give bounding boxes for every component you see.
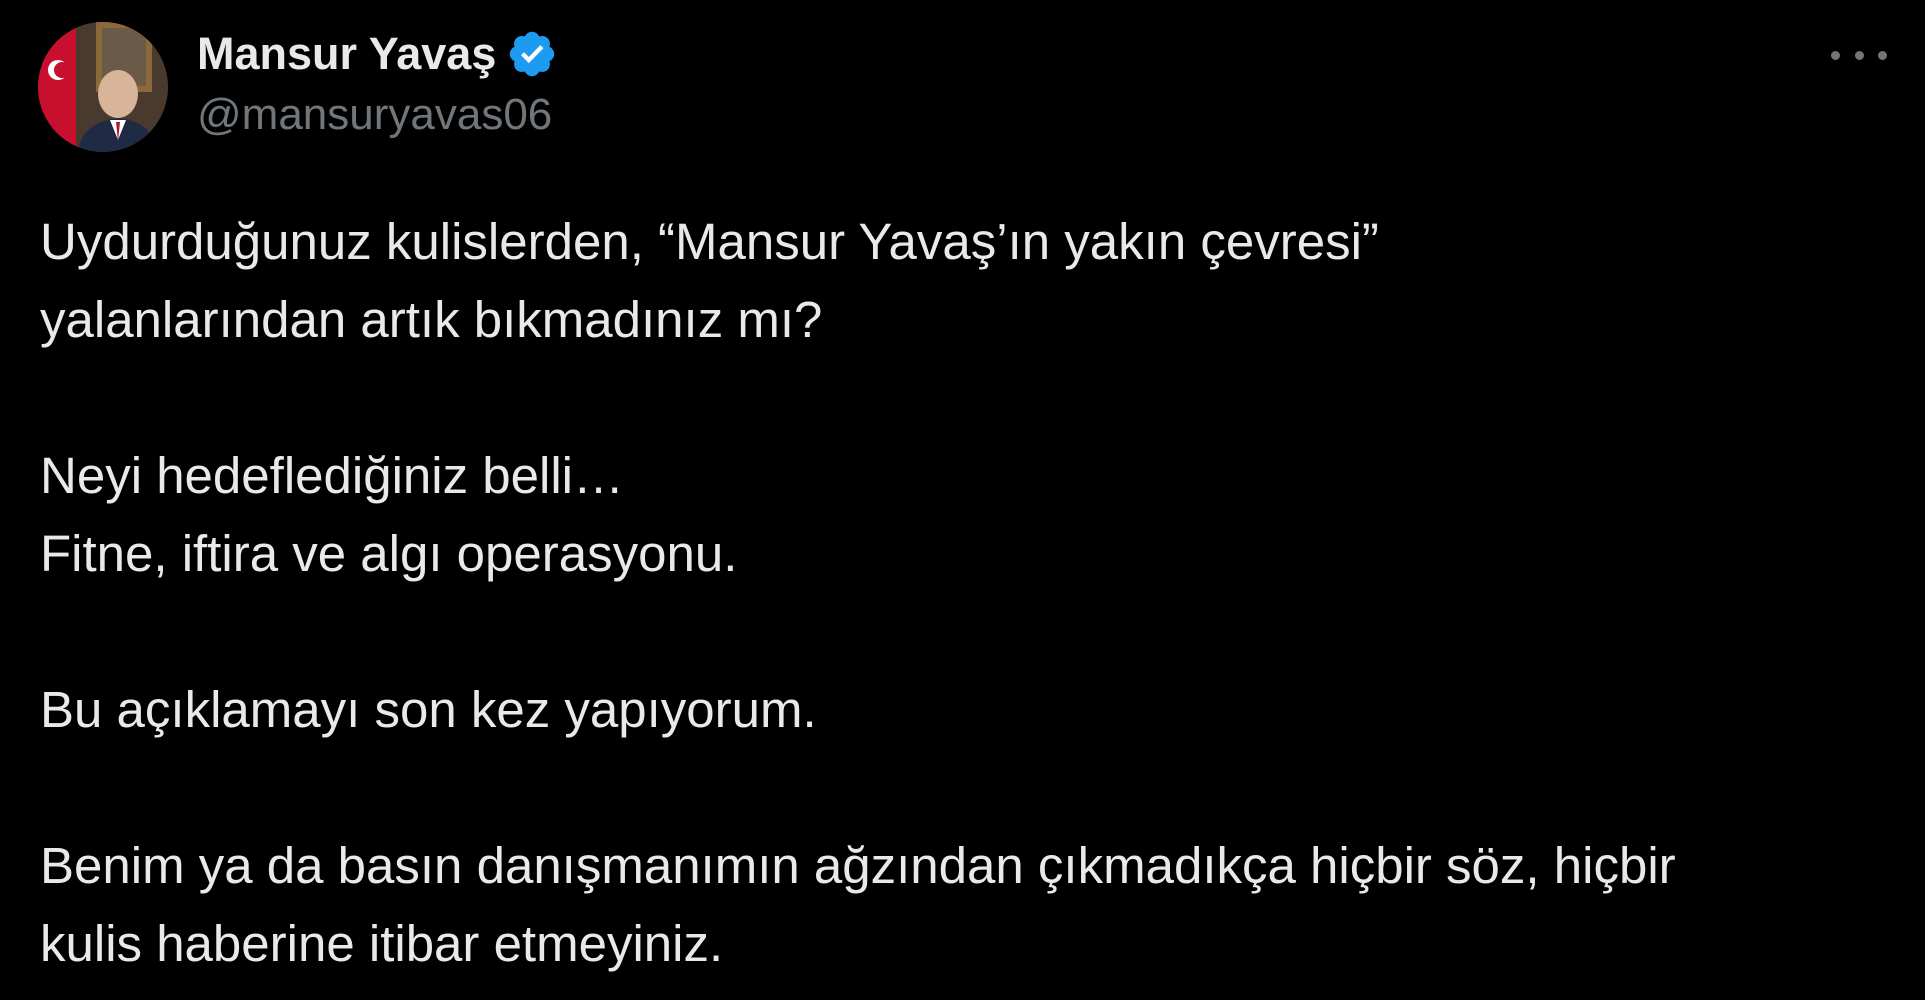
tweet-card: Mansur Yavaş @mansuryavas06 Uydurduğunuz… <box>0 0 1925 1000</box>
tweet-paragraph: Uydurduğunuz kulislerden, “Mansur Yavaş’… <box>40 203 1890 359</box>
tweet-paragraph: Benim ya da basın danışmanımın ağzından … <box>40 827 1890 983</box>
author-name-row: Mansur Yavaş <box>197 24 558 84</box>
tweet-text: Uydurduğunuz kulislerden, “Mansur Yavaş’… <box>40 203 1890 983</box>
tweet-paragraph: Neyi hedeflediğiniz belli… Fitne, iftira… <box>40 437 1890 593</box>
tweet-text-line: kulis haberine itibar etmeyiniz. <box>40 915 724 972</box>
more-dot <box>1831 50 1840 60</box>
avatar-image <box>38 22 168 152</box>
tweet-text-line: yalanlarından artık bıkmadınız mı? <box>40 291 823 348</box>
tweet-text-line: Benim ya da basın danışmanımın ağzından … <box>40 837 1676 894</box>
author-display-name[interactable]: Mansur Yavaş <box>197 28 496 80</box>
tweet-text-line: Neyi hedeflediğiniz belli… <box>40 447 624 504</box>
tweet-text-line: Fitne, iftira ve algı operasyonu. <box>40 525 738 582</box>
author-handle[interactable]: @mansuryavas06 <box>197 90 558 140</box>
more-horizontal-icon[interactable] <box>1831 40 1887 70</box>
avatar[interactable] <box>38 22 168 152</box>
tweet-text-line: Bu açıklamayı son kez yapıyorum. <box>40 681 817 738</box>
more-dot <box>1878 50 1887 60</box>
tweet-text-line: Uydurduğunuz kulislerden, “Mansur Yavaş’… <box>40 213 1379 270</box>
more-dot <box>1854 50 1864 60</box>
tweet-header: Mansur Yavaş @mansuryavas06 <box>197 24 558 140</box>
verified-badge-icon[interactable] <box>506 28 558 80</box>
tweet-paragraph: Bu açıklamayı son kez yapıyorum. <box>40 671 1890 749</box>
